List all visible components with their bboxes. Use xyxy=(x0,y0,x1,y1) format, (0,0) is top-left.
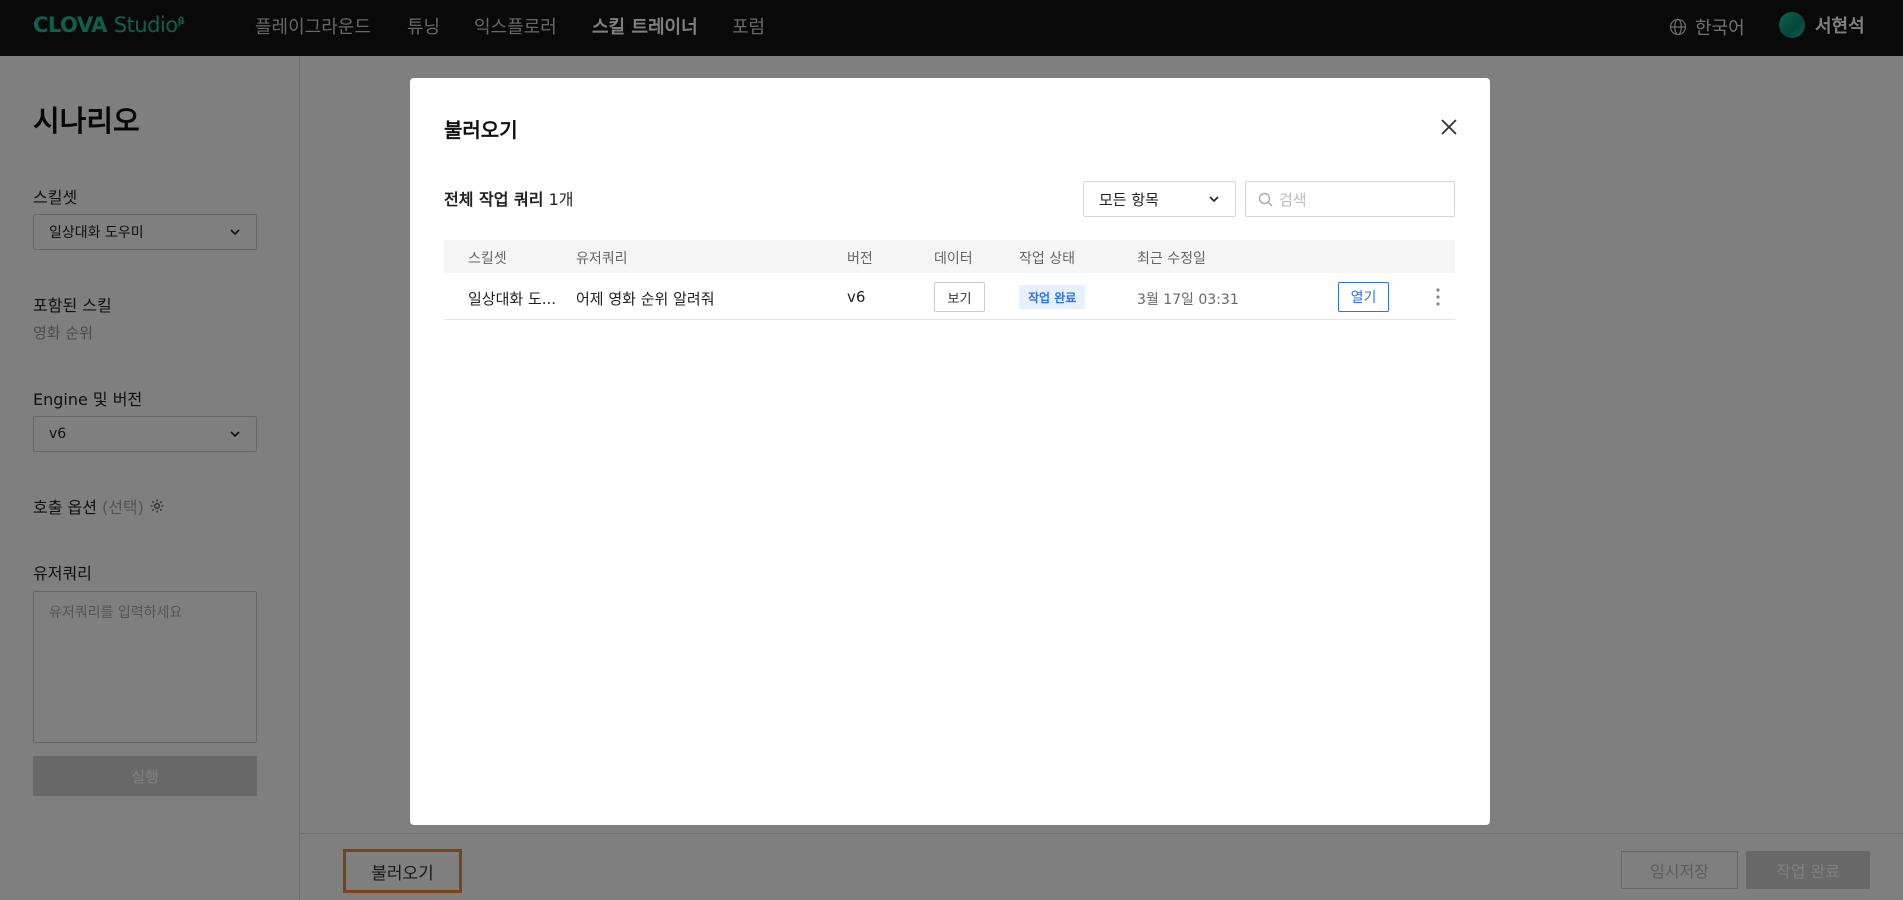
table-header: 스킬셋 유저쿼리 버전 데이터 작업 상태 최근 수정일 xyxy=(444,240,1455,273)
col-version: 버전 xyxy=(847,251,873,267)
row-modified: 3월 17일 03:31 xyxy=(1137,292,1239,308)
load-modal: 불러오기 전체 작업 쿼리 1개 모든 항목 검색 스킬셋 유저쿼리 버전 데이… xyxy=(410,78,1490,825)
view-data-button[interactable]: 보기 xyxy=(934,282,985,312)
row-skillset: 일상대화 도... xyxy=(468,290,557,308)
col-data: 데이터 xyxy=(934,251,973,267)
query-count-label: 전체 작업 쿼리 xyxy=(444,190,544,209)
table-row[interactable]: 일상대화 도... 어제 영화 순위 알려줘 v6 보기 작업 완료 3월 17… xyxy=(444,274,1455,320)
col-modified: 최근 수정일 xyxy=(1137,251,1206,267)
col-status: 작업 상태 xyxy=(1019,251,1075,267)
col-user-query: 유저쿼리 xyxy=(576,251,628,267)
open-button[interactable]: 열기 xyxy=(1338,282,1389,312)
search-icon xyxy=(1258,192,1273,206)
more-vertical-icon[interactable] xyxy=(1428,286,1448,308)
row-user-query: 어제 영화 순위 알려줘 xyxy=(576,290,715,308)
row-version: v6 xyxy=(847,288,866,306)
query-count-value: 1개 xyxy=(548,190,574,209)
query-count: 전체 작업 쿼리 1개 xyxy=(444,186,573,210)
search-placeholder: 검색 xyxy=(1279,190,1307,209)
filter-value: 모든 항목 xyxy=(1099,190,1159,209)
status-badge: 작업 완료 xyxy=(1019,285,1086,309)
close-icon[interactable] xyxy=(1437,115,1461,139)
chevron-down-icon xyxy=(1209,196,1219,203)
search-input[interactable]: 검색 xyxy=(1245,181,1455,217)
filter-select[interactable]: 모든 항목 xyxy=(1083,181,1236,217)
modal-title: 불러오기 xyxy=(444,118,518,142)
col-skillset: 스킬셋 xyxy=(468,251,507,267)
